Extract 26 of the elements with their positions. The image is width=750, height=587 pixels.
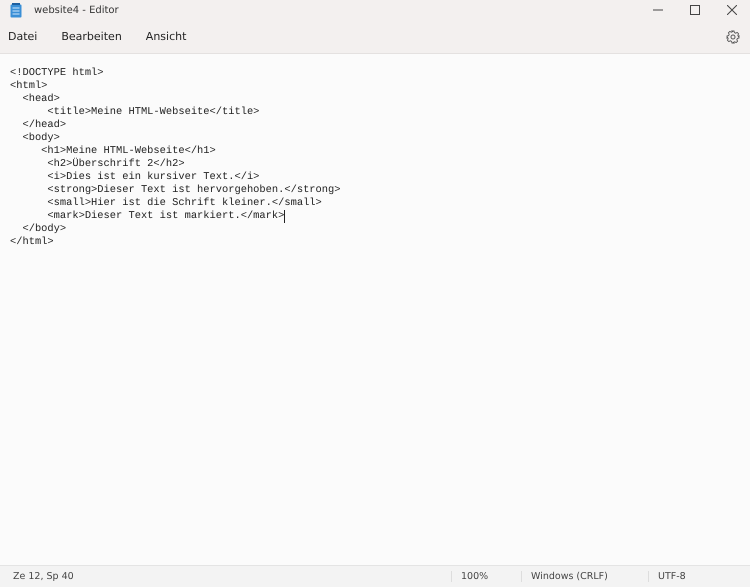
code-line: <!DOCTYPE html> <box>10 67 104 80</box>
code-line: <html> <box>10 80 48 93</box>
code-line: </head> <box>21 119 66 132</box>
code-line: <head> <box>21 93 60 106</box>
menu-item[interactable]: Datei <box>8 30 38 43</box>
code-line: <i>Dies ist ein kursiver Text.</i> <box>46 171 260 184</box>
settings-icon[interactable] <box>726 30 740 44</box>
encoding[interactable]: UTF-8 <box>648 571 750 582</box>
code-line: <small>Hier ist die Schrift kleiner.</small> <box>46 197 322 210</box>
menu-item[interactable]: Bearbeiten <box>61 30 122 43</box>
zoom-level[interactable]: 100% <box>451 571 521 582</box>
maximize-icon[interactable] <box>690 5 700 15</box>
cursor-position: Ze 12, Sp 40 <box>13 571 74 582</box>
code-line: <mark>Dieser Text ist markiert.</mark> <box>46 210 284 223</box>
code-line: <h1>Meine HTML-Webseite</h1> <box>40 145 216 158</box>
code-line: <title>Meine HTML-Webseite</title> <box>46 106 260 119</box>
code-line: </body> <box>21 223 66 236</box>
notepad-icon <box>10 2 22 18</box>
close-icon[interactable] <box>726 5 736 15</box>
window-title: website4 - Editor <box>34 4 119 16</box>
line-ending[interactable]: Windows (CRLF) <box>521 571 648 582</box>
code-line: <body> <box>21 132 60 145</box>
code-line: <h2>Überschrift 2</h2> <box>46 158 185 171</box>
menu-item[interactable]: Ansicht <box>146 30 186 43</box>
code-line: </html> <box>10 236 54 249</box>
code-line: <strong>Dieser Text ist hervorgehoben.</strong> <box>46 184 340 197</box>
